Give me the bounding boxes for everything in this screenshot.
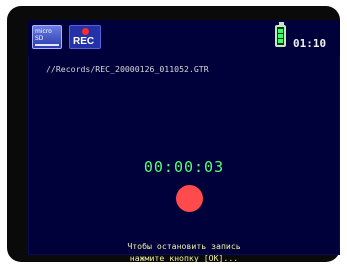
rec-label: REC bbox=[73, 36, 95, 47]
battery-segment bbox=[278, 34, 283, 38]
recording-indicator bbox=[176, 185, 203, 212]
clock: 01:10 bbox=[293, 37, 327, 50]
micro-sd-underline bbox=[35, 44, 59, 46]
recorder-screen: micro SD REC 01:10 //Records/REC_2000012… bbox=[28, 20, 340, 263]
stop-hint: Чтобы остановить запись нажмите кнопку [… bbox=[28, 240, 340, 264]
micro-sd-icon: micro SD bbox=[32, 25, 62, 49]
micro-sd-label-1: micro bbox=[35, 28, 52, 35]
rec-status-icon: REC bbox=[69, 25, 101, 49]
battery-icon bbox=[275, 22, 286, 47]
stop-hint-line-1: Чтобы остановить запись bbox=[127, 241, 241, 251]
rec-indicator-dot bbox=[82, 28, 89, 35]
battery-segment bbox=[278, 29, 283, 33]
micro-sd-label-2: SD bbox=[35, 35, 44, 42]
recording-timer: 00:00:03 bbox=[143, 158, 225, 176]
status-bar: micro SD REC 01:10 bbox=[28, 20, 340, 56]
battery-segment bbox=[278, 39, 283, 43]
stop-hint-line-2: нажмите кнопку [OK]... bbox=[129, 253, 239, 263]
recording-file-path: //Records/REC_20000126_011052.GTR bbox=[46, 64, 209, 74]
